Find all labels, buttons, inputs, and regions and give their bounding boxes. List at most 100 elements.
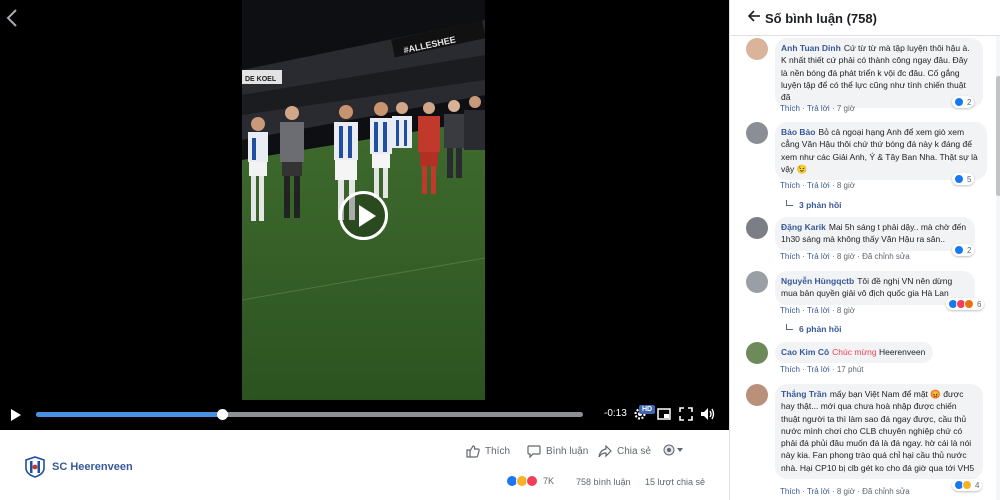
comment-label: Bình luận xyxy=(546,446,589,457)
share-label: Chia sẻ xyxy=(617,446,651,457)
avatar[interactable] xyxy=(746,342,768,364)
reply-link[interactable]: Trả lời xyxy=(807,181,830,190)
scrollbar-thumb[interactable] xyxy=(996,76,1000,196)
reply-arrow-icon xyxy=(786,200,793,206)
comment-meta: Thích · Trả lời · 17 phút xyxy=(780,365,864,374)
reply-arrow-icon xyxy=(786,324,793,330)
video-controls: -0:13 HD xyxy=(0,400,729,430)
post-reactions[interactable]: 7K xyxy=(506,475,554,487)
fullscreen-icon[interactable] xyxy=(678,407,694,423)
post-actions-bar: SC Heerenveen Thích Bình luận Chia sẻ 7K… xyxy=(0,430,729,500)
comment-bubble: Cao Kim Cô Chúc mừng Heerenveen xyxy=(775,342,934,364)
progress-knob[interactable] xyxy=(216,409,228,420)
audience-icon xyxy=(663,444,685,459)
progress-bar[interactable] xyxy=(36,409,583,420)
avatar[interactable] xyxy=(746,122,768,144)
replies-label: 3 phản hồi xyxy=(799,200,842,210)
reply-link[interactable]: Trả lời xyxy=(807,306,830,315)
like-reaction-icon xyxy=(954,245,964,255)
reaction-count: 2 xyxy=(967,97,972,107)
play-button[interactable] xyxy=(339,191,388,240)
comment-icon xyxy=(527,445,541,458)
picture-in-picture-icon[interactable] xyxy=(656,407,672,423)
comment-time[interactable]: 8 giờ xyxy=(837,306,855,315)
avatar[interactable] xyxy=(746,38,768,60)
reply-link[interactable]: Trả lời xyxy=(807,252,830,261)
comment-button[interactable]: Bình luận xyxy=(527,445,588,458)
view-replies-link[interactable]: 3 phản hồi xyxy=(786,200,842,210)
love-reaction-icon xyxy=(526,475,538,487)
reaction-count: 5 xyxy=(967,174,972,184)
comment-reactions[interactable]: 4 xyxy=(952,479,983,491)
page-name[interactable]: SC Heerenveen xyxy=(52,461,133,473)
like-link[interactable]: Thích xyxy=(780,104,800,113)
comment-bubble: Thắng Trần mấy bạn Việt Nam để mặt 😡 được… xyxy=(775,384,983,480)
comment-tag[interactable]: Chúc mừng xyxy=(832,347,876,357)
comment-author[interactable]: Cao Kim Cô xyxy=(781,347,829,357)
photo-theater-viewer: #ALLESHEE DE KOEL -0:13 HD SC Heerenveen… xyxy=(0,0,1000,500)
comment-time[interactable]: 8 giờ xyxy=(837,252,855,261)
back-arrow-icon[interactable] xyxy=(6,8,22,28)
comment-text: mấy bạn Việt Nam để mặt 😡 được hay thật.… xyxy=(781,389,975,473)
like-link[interactable]: Thích xyxy=(780,487,800,496)
like-label: Thích xyxy=(485,446,511,457)
reply-link[interactable]: Trả lời xyxy=(807,104,830,113)
comment-bubble: Anh Tuan Dinh Cứ từ từ mà tập luyện thôi … xyxy=(775,38,983,109)
comment-author[interactable]: Anh Tuan Dinh xyxy=(781,43,841,53)
comment-reactions[interactable]: 2 xyxy=(952,244,975,256)
reply-link[interactable]: Trả lời xyxy=(807,487,830,496)
like-link[interactable]: Thích xyxy=(780,306,800,315)
comment-reactions[interactable]: 6 xyxy=(946,298,985,310)
share-icon xyxy=(598,445,612,458)
reaction-count: 7K xyxy=(543,476,555,486)
page-logo[interactable] xyxy=(24,456,46,478)
comment-time[interactable]: 7 giờ xyxy=(837,104,855,113)
like-link[interactable]: Thích xyxy=(780,181,800,190)
avatar[interactable] xyxy=(746,271,768,293)
comment-time[interactable]: 8 giờ xyxy=(837,487,855,496)
replies-label: 6 phản hồi xyxy=(799,324,842,334)
like-button[interactable]: Thích xyxy=(466,445,510,458)
comment-author[interactable]: Nguyễn Hùngqctb xyxy=(781,276,854,286)
comment-meta: Thích · Trả lời · 8 giờ xyxy=(780,181,855,190)
video-player[interactable]: #ALLESHEE DE KOEL -0:13 HD xyxy=(0,0,729,430)
comments-header: Số bình luận (758) xyxy=(730,0,1000,36)
share-count[interactable]: 15 lượt chia sẻ xyxy=(645,477,705,487)
hd-badge: HD xyxy=(639,405,656,414)
back-arrow-icon[interactable] xyxy=(747,9,761,25)
comment-meta: Thích · Trả lời · 7 giờ xyxy=(780,104,855,113)
comment-reactions[interactable]: 2 xyxy=(952,96,975,108)
angry-reaction-icon xyxy=(964,299,974,309)
comments-title: Số bình luận (758) xyxy=(765,11,877,26)
reaction-count: 4 xyxy=(975,480,980,490)
comment-bubble: Bảo Bảo Bỏ cả ngoại hạng Anh để xem giò x… xyxy=(775,122,987,181)
comment-count[interactable]: 758 bình luận xyxy=(576,477,631,487)
edited-label[interactable]: Đã chỉnh sửa xyxy=(862,252,910,261)
volume-icon[interactable] xyxy=(700,407,716,423)
comment-meta: Thích · Trả lời · 8 giờ · Đã chỉnh sửa xyxy=(780,487,910,496)
comment-author[interactable]: Đặng Karik xyxy=(781,222,826,232)
like-icon xyxy=(466,445,480,458)
edited-label[interactable]: Đã chỉnh sửa xyxy=(862,487,910,496)
comment-time[interactable]: 17 phút xyxy=(837,365,864,374)
scrollbar[interactable] xyxy=(996,36,1000,500)
comment-meta: Thích · Trả lời · 8 giờ · Đã chỉnh sửa xyxy=(780,252,910,261)
like-reaction-icon xyxy=(954,174,964,184)
reaction-count: 6 xyxy=(977,299,982,309)
avatar[interactable] xyxy=(746,384,768,406)
view-replies-link[interactable]: 6 phản hồi xyxy=(786,324,842,334)
comment-reactions[interactable]: 5 xyxy=(952,173,975,185)
comment-bubble: Đặng Karik Mai 5h sáng t phải dậy.. mà ch… xyxy=(775,217,975,251)
haha-reaction-icon xyxy=(962,480,972,490)
reply-link[interactable]: Trả lời xyxy=(807,365,830,374)
comment-author[interactable]: Thắng Trần xyxy=(781,389,827,399)
play-icon[interactable] xyxy=(10,408,22,422)
avatar[interactable] xyxy=(746,217,768,239)
comment-author[interactable]: Bảo Bảo xyxy=(781,127,815,137)
share-button[interactable]: Chia sẻ xyxy=(598,445,651,458)
like-reaction-icon xyxy=(954,97,964,107)
comment-time[interactable]: 8 giờ xyxy=(837,181,855,190)
like-link[interactable]: Thích xyxy=(780,365,800,374)
like-link[interactable]: Thích xyxy=(780,252,800,261)
audience-selector[interactable] xyxy=(663,444,685,459)
